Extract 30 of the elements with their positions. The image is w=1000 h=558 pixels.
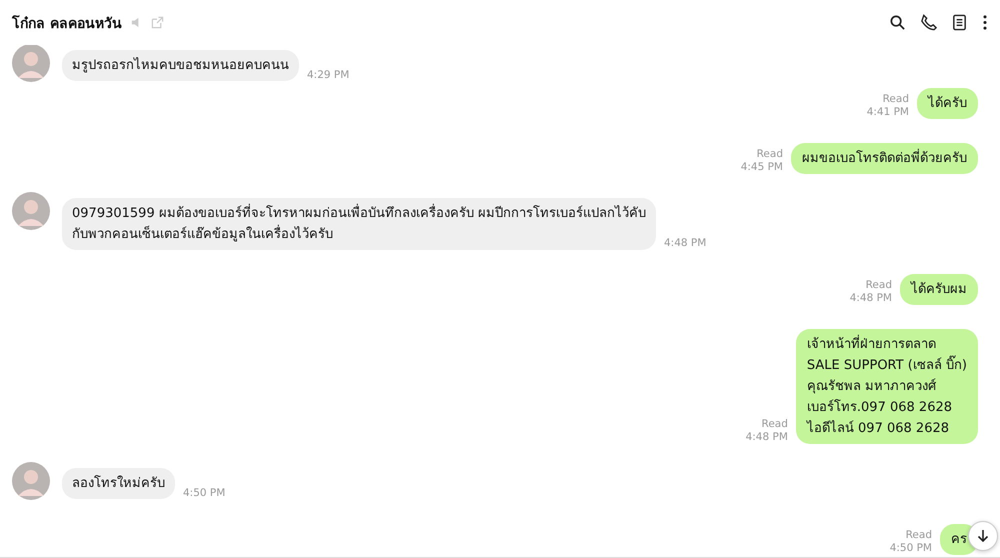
message-bubble: ได้ครับ <box>917 88 978 119</box>
message-time: 4:50 PM <box>183 487 226 500</box>
message-time: 4:45 PM <box>740 161 783 174</box>
scroll-down-button[interactable] <box>968 521 998 551</box>
message-bubble: ได้ครับผม <box>900 274 978 305</box>
message-bubble: ผมขอเบอโทรติดต่อพี่ด้วยครับ <box>791 143 978 174</box>
message-time: 4:41 PM <box>866 106 909 119</box>
more-menu-icon[interactable] <box>982 14 988 31</box>
message-bubble: เจ้าหน้าที่ฝ่ายการตลาด SALE SUPPORT (เซลล์ บิ๊ก) คุณรัชพล มหาภาควงศ์ เบอร์โทร.097 068 2628 ไอดีไลน์ 097 068 2628 <box>796 329 978 444</box>
message-time: 4:48 PM <box>664 237 706 250</box>
notes-icon[interactable] <box>951 14 968 31</box>
read-status: Read <box>882 93 909 106</box>
read-status: Read <box>756 148 783 161</box>
avatar-icon <box>12 462 50 500</box>
read-status: Read <box>906 529 932 542</box>
message-time: 4:48 PM <box>850 292 892 305</box>
read-status: Read <box>762 418 788 431</box>
message-bubble: 0979301599 ผมต้องขอเบอร์ที่จะโทรหาผมก่อนเพื่อบันทึกลงเครื่องครับ ผมปีกการโทรเบอร์แปลกไว้คับ กับพวกคอนเซ็นเตอร์แฮ๊คข้อมูลในเครื่องไว้ครับ <box>62 198 656 250</box>
phone-icon[interactable] <box>920 14 937 31</box>
arrow-down-icon <box>976 529 990 543</box>
message-time: 4:50 PM <box>890 542 932 555</box>
search-icon[interactable] <box>889 14 906 31</box>
avatar-icon <box>12 44 50 82</box>
message-time: 4:48 PM <box>746 431 788 444</box>
chat-title: โก๋กล คลคอนหวัน <box>12 14 122 34</box>
avatar-icon <box>12 192 50 230</box>
message-bubble: มรูปรถอรกไหมคบขอชมหนอยคบคนน <box>62 50 299 81</box>
message-bubble: ลองโทรใหม่ครับ <box>62 468 175 499</box>
message-time: 4:29 PM <box>307 69 350 82</box>
read-status: Read <box>866 279 892 292</box>
